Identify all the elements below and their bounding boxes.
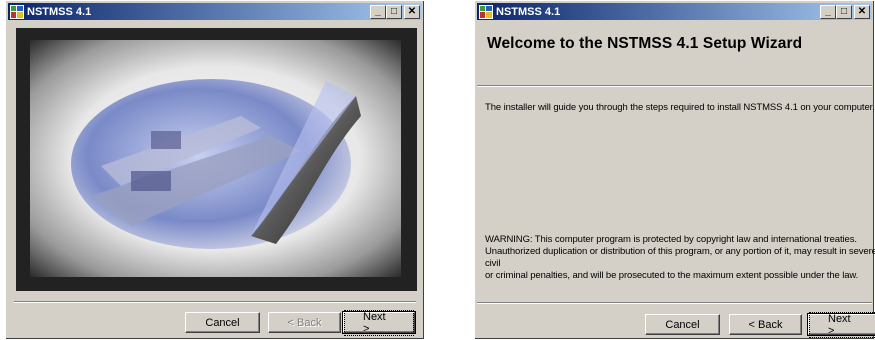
cancel-button[interactable]: Cancel (185, 312, 260, 333)
intro-text: The installer will guide you through the… (485, 102, 875, 113)
close-button[interactable]: ✕ (854, 5, 870, 19)
minimize-icon: _ (375, 6, 381, 17)
warning-text: WARNING: This computer program is protec… (485, 234, 875, 282)
title-bar[interactable]: NSTMSS 4.1 _ □ ✕ (8, 3, 422, 20)
installer-icon (479, 4, 493, 19)
wizard-header: Welcome to the NSTMSS 4.1 Setup Wizard (477, 21, 872, 85)
title-bar[interactable]: NSTMSS 4.1 _ □ ✕ (477, 3, 872, 20)
close-button[interactable]: ✕ (404, 5, 420, 19)
minimize-icon: _ (825, 6, 831, 17)
wizard-heading: Welcome to the NSTMSS 4.1 Setup Wizard (487, 35, 803, 52)
warning-line: Unauthorized duplication or distribution… (485, 246, 875, 269)
close-icon: ✕ (857, 6, 867, 17)
warning-line: or criminal penalties, and will be prose… (485, 270, 859, 281)
next-button[interactable]: Next > (342, 309, 416, 336)
back-button[interactable]: < Back (729, 314, 802, 335)
maximize-button[interactable]: □ (386, 5, 402, 19)
setup-wizard-window: NSTMSS 4.1 _ □ ✕ Welcome to the NSTMSS 4… (474, 0, 875, 340)
close-icon: ✕ (407, 6, 417, 17)
warning-line: WARNING: This computer program is protec… (485, 234, 857, 245)
next-button[interactable]: Next > (807, 311, 875, 338)
splash-image (16, 28, 417, 291)
window-title: NSTMSS 4.1 (496, 5, 561, 18)
next-label: Next > (344, 309, 414, 336)
header-separator (477, 85, 872, 87)
separator (14, 301, 416, 303)
setup-splash-window: NSTMSS 4.1 _ □ ✕ Cancel < Back Next > (5, 0, 425, 340)
maximize-icon: □ (840, 6, 848, 17)
minimize-button[interactable]: _ (370, 5, 386, 19)
back-label: < Back (748, 318, 783, 331)
footer-separator (477, 302, 872, 304)
cancel-label: Cancel (205, 316, 240, 329)
next-label: Next > (809, 311, 875, 338)
minimize-button[interactable]: _ (820, 5, 836, 19)
cancel-label: Cancel (665, 318, 700, 331)
warship-photo (71, 79, 361, 249)
maximize-button[interactable]: □ (836, 5, 852, 19)
maximize-icon: □ (390, 6, 398, 17)
window-title: NSTMSS 4.1 (27, 5, 92, 18)
installer-icon (10, 4, 24, 19)
back-button: < Back (268, 312, 341, 333)
cancel-button[interactable]: Cancel (645, 314, 720, 335)
back-label: < Back (287, 316, 322, 329)
